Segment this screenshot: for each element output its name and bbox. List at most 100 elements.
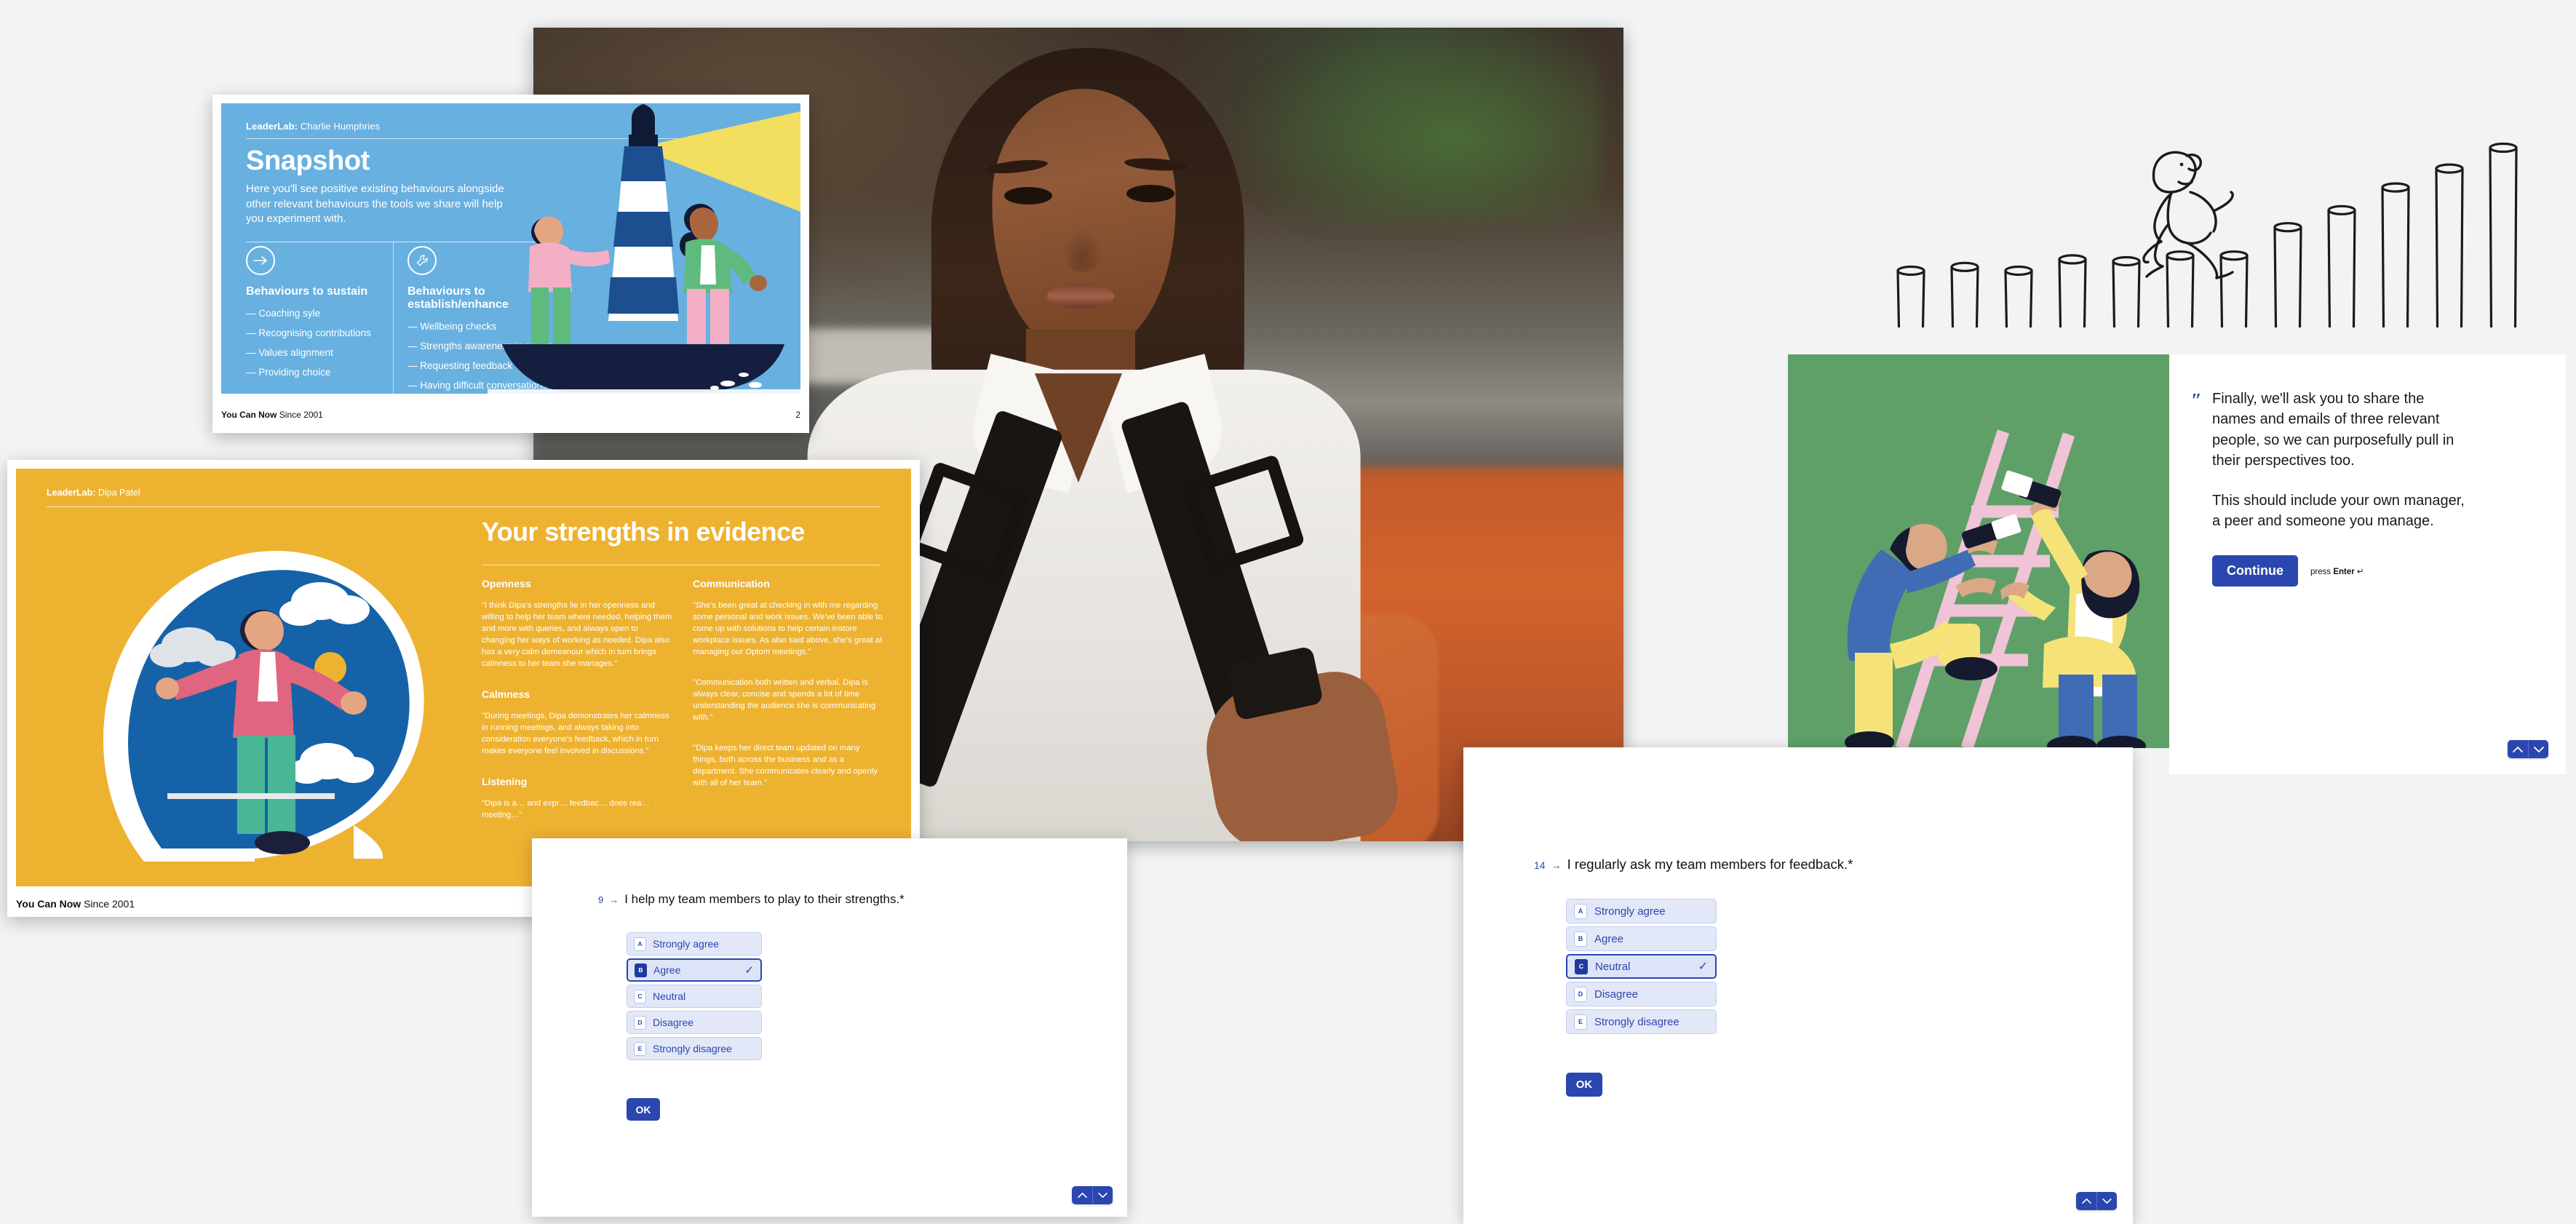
check-icon: ✓ xyxy=(1698,961,1708,973)
slide-snapshot-brand: LeaderLab: Charlie Humphries xyxy=(246,121,380,132)
question-14-nav-buttons xyxy=(2076,1192,2117,1210)
slide-snapshot-sustain-heading: Behaviours to sustain xyxy=(246,285,368,298)
ok-button[interactable]: OK xyxy=(627,1098,660,1121)
footer-brand-bold: You Can Now xyxy=(16,898,82,910)
arrow-right-icon: → xyxy=(609,894,619,905)
option-e[interactable]: E Strongly disagree xyxy=(1566,1009,1717,1034)
arrow-right-icon xyxy=(246,246,275,275)
slide-snapshot-footer: You Can Now Since 2001 2 xyxy=(221,407,800,423)
survey-card-question-14: 14 → I regularly ask my team members for… xyxy=(1463,747,2133,1224)
nav-down-button[interactable] xyxy=(1092,1186,1113,1204)
chevron-up-icon xyxy=(2513,746,2523,752)
photo-eye-left xyxy=(1004,187,1053,205)
enter-hint-suffix: ↵ xyxy=(2354,567,2364,576)
slide-snapshot-body: LeaderLab: Charlie Humphries Snapshot He… xyxy=(221,103,800,394)
slide-strengths-title: Your strengths in evidence xyxy=(482,517,805,547)
option-c[interactable]: C Neutral ✓ xyxy=(1566,954,1717,979)
option-label: Neutral xyxy=(1595,960,1631,973)
slide-strengths-brand-name: Dipa Patel xyxy=(95,488,140,498)
option-label: Strongly agree xyxy=(653,938,720,950)
continue-button[interactable]: Continue xyxy=(2212,555,2298,587)
slide-snapshot-column-sustain: Behaviours to sustain Coaching syle Reco… xyxy=(246,246,384,386)
list-item: Values alignment xyxy=(246,347,384,359)
head-silhouette-illustration xyxy=(60,520,453,869)
chevron-down-icon xyxy=(2533,746,2544,752)
slide-snapshot-title: Snapshot xyxy=(246,146,370,176)
option-a[interactable]: A Strongly agree xyxy=(627,932,762,955)
chevron-up-icon xyxy=(2081,1198,2091,1204)
question-14-options: A Strongly agree B Agree C Neutral ✓ D D… xyxy=(1566,899,1717,1034)
section-heading-openness: Openness xyxy=(482,578,531,589)
nav-down-button[interactable] xyxy=(2528,740,2548,758)
question-14-text: I regularly ask my team members for feed… xyxy=(1567,857,1853,872)
option-key: B xyxy=(1574,931,1587,947)
section-heading-communication: Communication xyxy=(693,578,770,589)
question-9-text: I help my team members to play to their … xyxy=(624,892,905,906)
option-b[interactable]: B Agree xyxy=(1566,926,1717,951)
option-key: D xyxy=(634,1015,646,1030)
nav-up-button[interactable] xyxy=(2076,1192,2096,1210)
option-key: E xyxy=(1574,1014,1587,1030)
slide-strengths-brand-bold: LeaderLab: xyxy=(47,488,96,498)
screenshot-canvas: smiling-woman-portrait-photo xyxy=(0,0,2576,1224)
instruction-paragraph-2: This should include your own manager, a … xyxy=(2212,492,2465,529)
slide-snapshot-subtitle: Here you'll see positive existing behavi… xyxy=(246,183,504,226)
slide-snapshot-column-divider xyxy=(393,242,394,394)
photo-eye-right xyxy=(1126,184,1174,202)
option-key: D xyxy=(1574,986,1587,1002)
slide-strengths-rule-top xyxy=(47,506,880,507)
instruction-paragraph-1: Finally, we'll ask you to share the name… xyxy=(2212,391,2454,469)
section-body-communication-2: "Communication both written and verbal. … xyxy=(693,678,876,723)
option-key: A xyxy=(634,937,646,951)
nav-up-button[interactable] xyxy=(1072,1186,1092,1204)
footer-brand-bold: You Can Now xyxy=(221,410,277,420)
enter-hint: press Enter ↵ xyxy=(2310,566,2364,576)
section-heading-calmness: Calmness xyxy=(482,688,530,701)
option-label: Agree xyxy=(1594,932,1624,945)
wrench-icon xyxy=(408,246,437,275)
chevron-up-icon xyxy=(1077,1192,1087,1199)
nav-up-button[interactable] xyxy=(2508,740,2528,758)
chevron-down-icon xyxy=(1098,1192,1108,1199)
section-body-listening: "Dipa is a… and expr… feedbac… does rea…… xyxy=(482,799,650,820)
option-label: Neutral xyxy=(653,990,686,1002)
question-14-header: 14 → I regularly ask my team members for… xyxy=(1534,857,1853,873)
nav-down-button[interactable] xyxy=(2096,1192,2117,1210)
enter-hint-key: Enter xyxy=(2333,567,2355,576)
section-body-openness: "I think Dipa's strengths lie in her ope… xyxy=(482,601,672,669)
list-item: Providing choice xyxy=(246,367,384,378)
option-d[interactable]: D Disagree xyxy=(1566,982,1717,1006)
ladder-illustration-panel: two-people-painting-a-ladder-illustratio… xyxy=(1788,354,2169,748)
slide-snapshot-brand-bold: LeaderLab: xyxy=(246,121,298,132)
section-body-communication-1: "She's been great at checking in with me… xyxy=(693,601,883,657)
list-item: Coaching syle xyxy=(246,308,384,319)
question-9-options: A Strongly agree B Agree ✓ C Neutral D D… xyxy=(627,932,762,1060)
running-figure-sketch xyxy=(1885,109,2576,329)
question-14-number: 14 xyxy=(1534,859,1546,871)
option-c[interactable]: C Neutral xyxy=(627,985,762,1008)
panel-nav-buttons xyxy=(2508,740,2548,758)
instruction-body: Finally, we'll ask you to share the name… xyxy=(2212,389,2468,550)
option-label: Disagree xyxy=(653,1017,694,1028)
enter-hint-prefix: press xyxy=(2310,567,2334,576)
photo-plant-blur xyxy=(1231,28,1602,223)
option-label: Disagree xyxy=(1594,987,1639,1001)
option-e[interactable]: E Strongly disagree xyxy=(627,1037,762,1060)
section-body-communication-3: "Dipa keeps her direct team updated on m… xyxy=(693,744,878,788)
option-key: C xyxy=(1575,958,1588,974)
option-a[interactable]: A Strongly agree xyxy=(1566,899,1717,923)
option-d[interactable]: D Disagree xyxy=(627,1011,762,1034)
lighthouse-boat-illustration xyxy=(488,103,800,394)
section-body-calmness: "During meetings, Dipa demonstrates her … xyxy=(482,712,669,756)
photo-lips xyxy=(1046,284,1114,309)
quote-mark-icon: ″ xyxy=(2191,389,2202,411)
footer-brand-rest: Since 2001 xyxy=(81,898,135,910)
question-9-nav-buttons xyxy=(1072,1186,1113,1204)
option-label: Strongly disagree xyxy=(653,1043,732,1054)
option-key: B xyxy=(635,963,647,977)
photo-nose xyxy=(1061,226,1104,272)
ok-button[interactable]: OK xyxy=(1566,1073,1602,1097)
option-b[interactable]: B Agree ✓ xyxy=(627,958,762,982)
slide-snapshot-footer-brand: You Can Now Since 2001 xyxy=(221,410,323,420)
arrow-right-icon: → xyxy=(1551,859,1562,871)
